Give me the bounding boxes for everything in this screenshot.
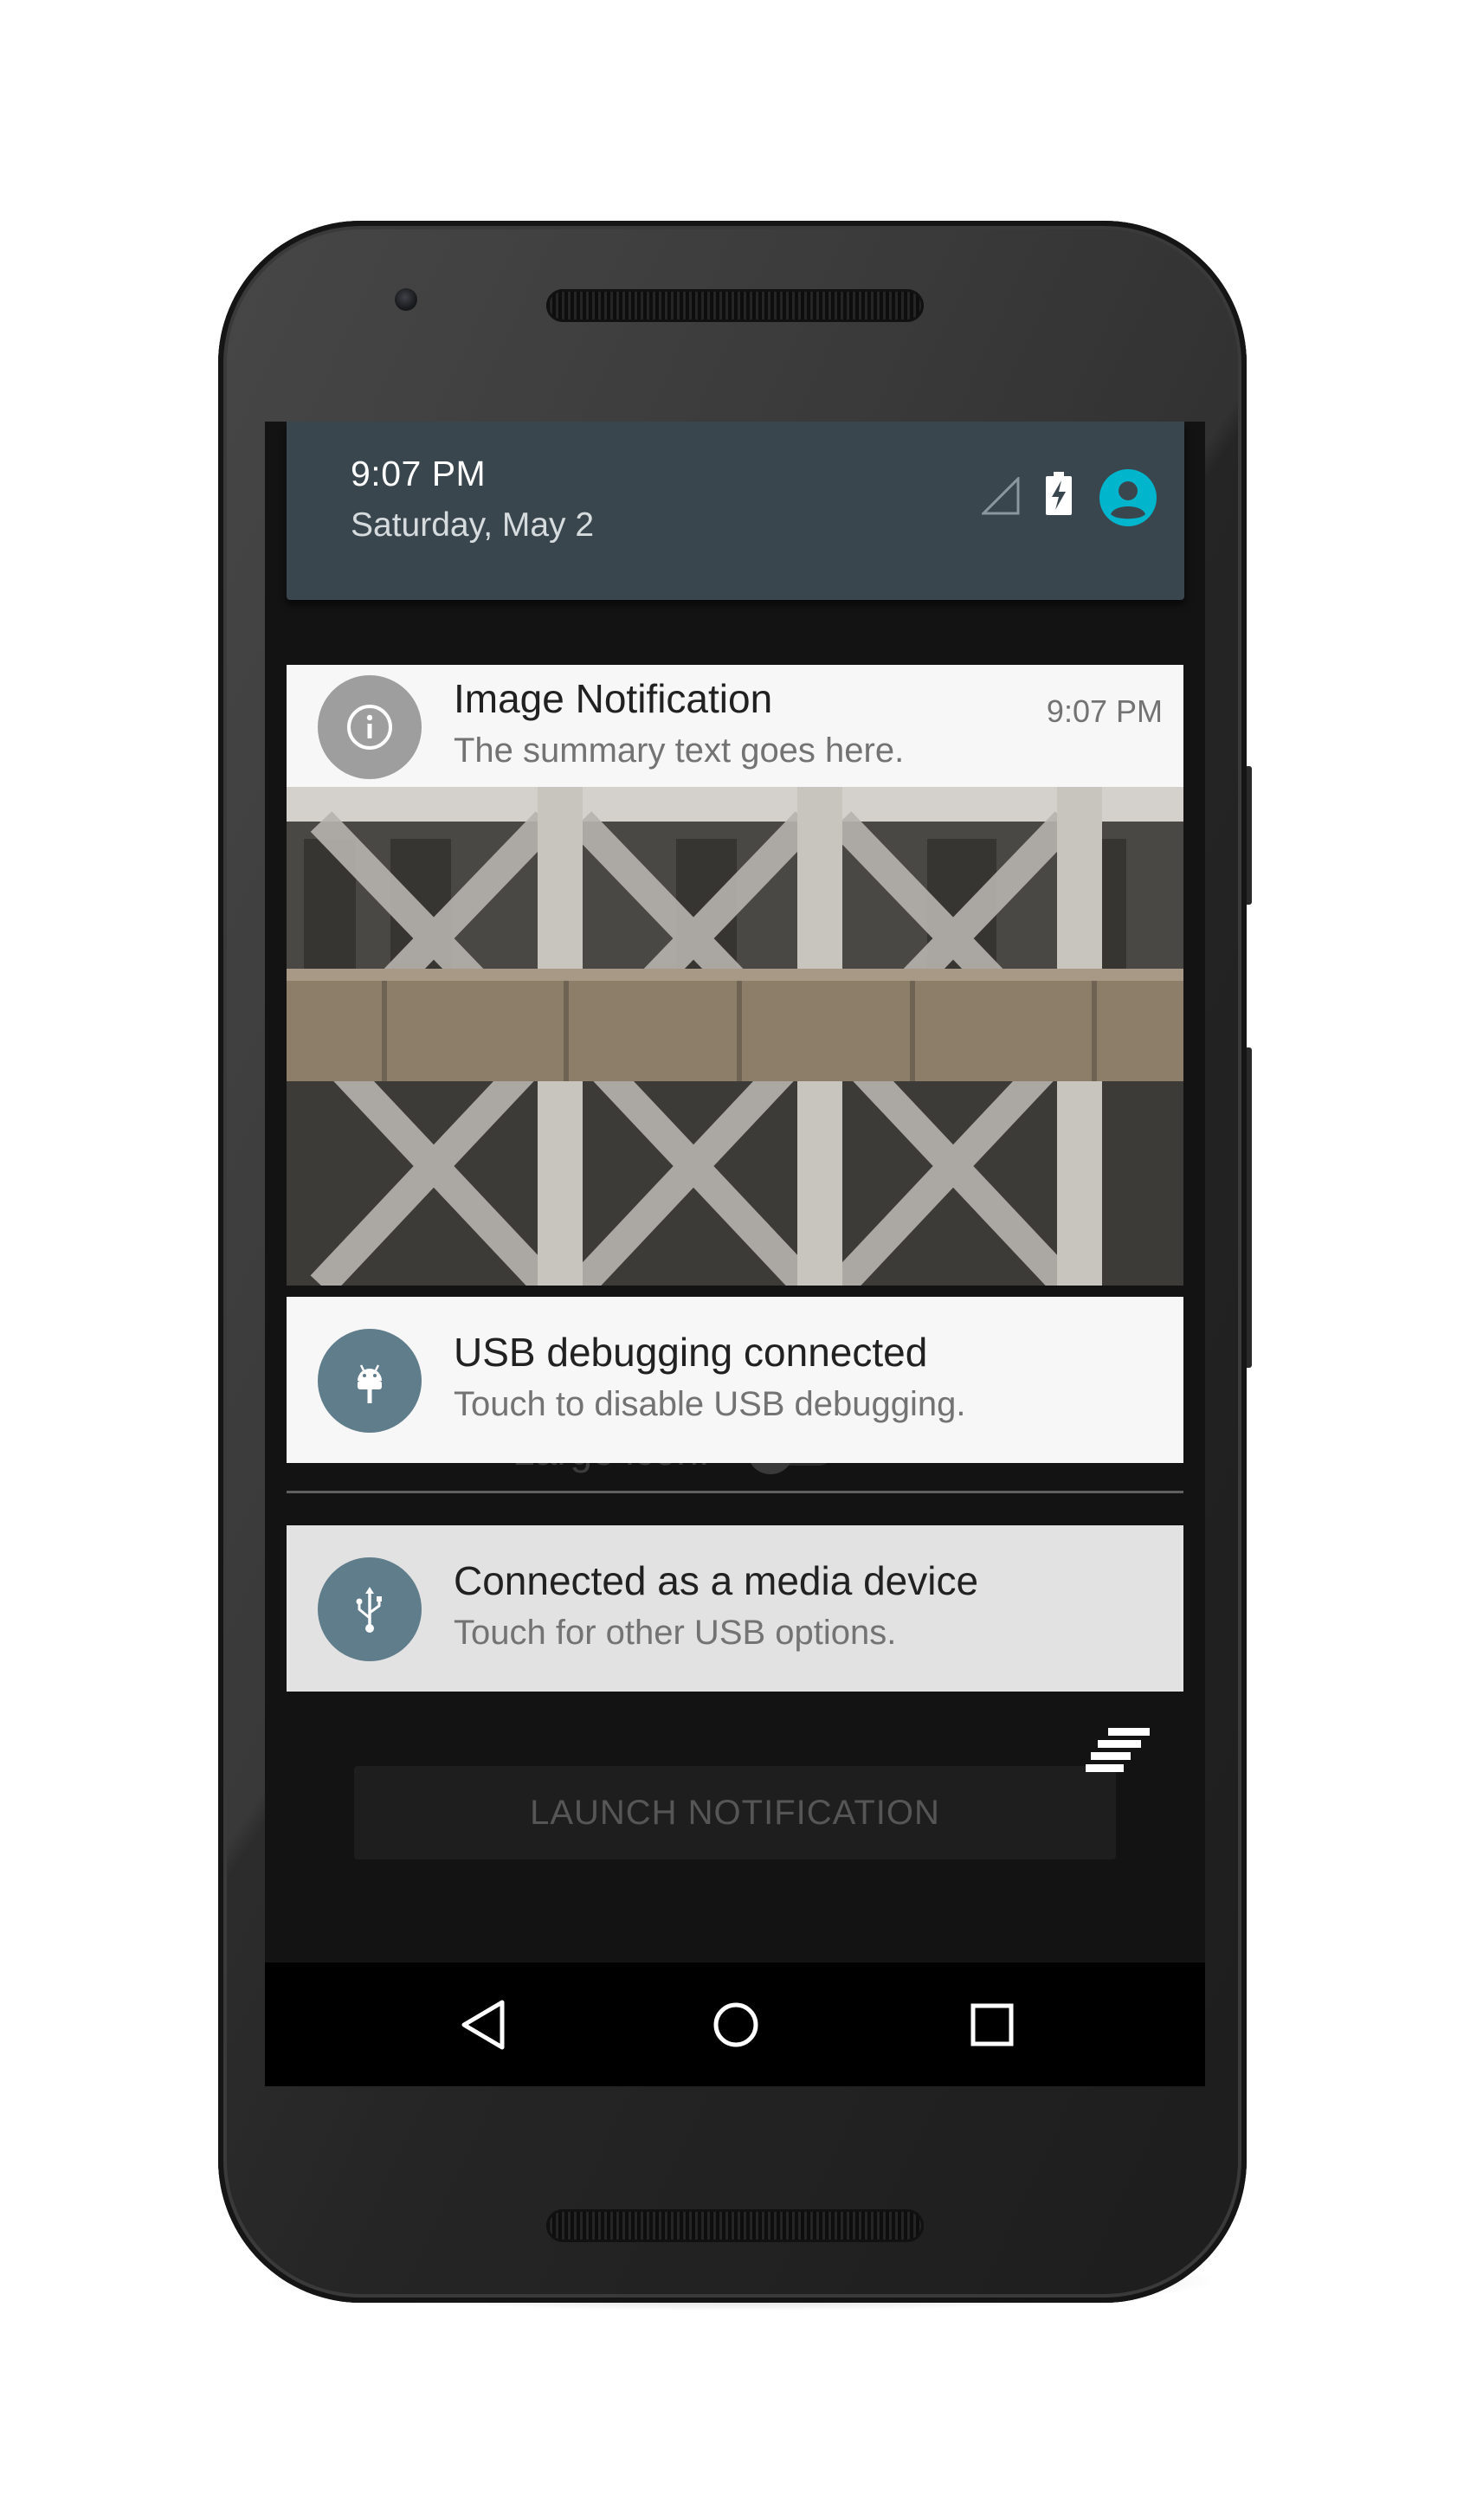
- front-camera: [395, 288, 417, 311]
- notification-title: Image Notification: [454, 676, 773, 721]
- notification-big-picture: [287, 787, 1183, 1286]
- notification-text: Touch for other USB options.: [454, 1614, 897, 1652]
- recents-icon: [970, 2003, 1014, 2046]
- home-icon: [713, 2002, 758, 2047]
- home-button[interactable]: [696, 1985, 776, 2065]
- launch-notification-button[interactable]: LAUNCH NOTIFICATION: [354, 1766, 1116, 1859]
- user-avatar-icon[interactable]: [1099, 469, 1157, 526]
- notification-icon: [318, 675, 422, 779]
- navigation-bar: [265, 1963, 1205, 2086]
- quick-settings-header[interactable]: 9:07 PM Saturday, May 2: [287, 422, 1184, 600]
- media-device-notification[interactable]: Connected as a media device Touch for ot…: [287, 1525, 1183, 1692]
- notification-title: USB debugging connected: [454, 1330, 928, 1375]
- notification-text: The summary text goes here.: [454, 732, 905, 770]
- header-time: 9:07 PM: [351, 454, 487, 493]
- android-icon: [358, 1364, 382, 1403]
- clear-all-icon[interactable]: [1086, 1728, 1155, 1775]
- notification-icon: [318, 1329, 422, 1433]
- back-icon: [461, 2000, 505, 2050]
- notification-time: 9:07 PM: [1046, 693, 1163, 729]
- usb-debugging-notification[interactable]: USB debugging connected Touch to disable…: [287, 1297, 1183, 1463]
- signal-icon: [982, 477, 1020, 515]
- back-button[interactable]: [443, 1985, 523, 2065]
- notification-icon: [318, 1557, 422, 1661]
- recents-button[interactable]: [952, 1985, 1032, 2065]
- notification-divider: [287, 1491, 1183, 1493]
- top-speaker-grille: [546, 289, 924, 322]
- battery-charging-icon: [1046, 472, 1072, 515]
- info-icon: [347, 705, 392, 750]
- header-date: Saturday, May 2: [351, 506, 595, 544]
- usb-icon: [356, 1587, 382, 1633]
- image-notification[interactable]: Image Notification The summary text goes…: [287, 665, 1183, 787]
- screen: Large icon: LAUNCH NOTIFICATION 9:07 PM …: [265, 422, 1205, 2086]
- notification-text: Touch to disable USB debugging.: [454, 1385, 966, 1423]
- bottom-speaker-grille: [546, 2209, 924, 2242]
- notification-title: Connected as a media device: [454, 1558, 979, 1603]
